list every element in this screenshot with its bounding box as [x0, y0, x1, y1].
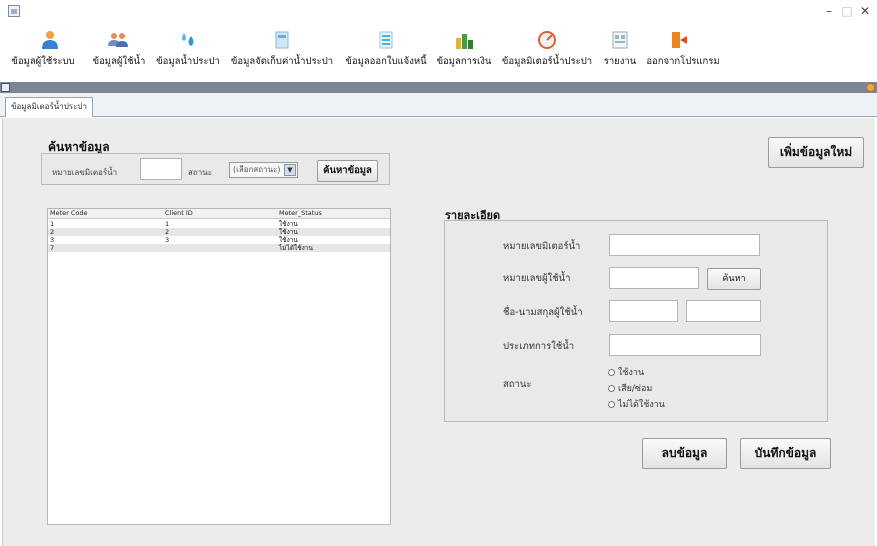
cell-meter-code: 2 [50, 228, 55, 236]
delete-button[interactable]: ลบข้อมูล [642, 438, 727, 469]
toolbar-label: ข้อมูลมิเตอร์น้ำประปา [501, 56, 593, 67]
tab-strip: ข้อมูลมิเตอร์น้ำประปา [0, 93, 877, 117]
status-radio-inactive[interactable]: ไม่ได้ใช้งาน [608, 397, 665, 411]
toolbar-item-invoice[interactable]: ข้อมูลออกใบแจ้งหนี้ [341, 24, 431, 80]
cell-meter-status: ใช้งาน [279, 220, 298, 228]
column-header-client-id[interactable]: Client ID [165, 209, 193, 218]
radio-label: เสีย/ซ่อม [618, 384, 653, 394]
toolbar-label: ข้อมูลผู้ใช้น้ำ [92, 56, 146, 67]
app-icon [8, 5, 20, 17]
toolbar-item-water-supply[interactable]: ข้อมูลน้ำประปา [153, 24, 223, 80]
client-search-button[interactable]: ค้นหา [707, 268, 761, 290]
toolbar-item-water-meter[interactable]: ข้อมูลมิเตอร์น้ำประปา [497, 24, 597, 80]
toolbar-label: ข้อมูลจัดเก็บค่าน้ำประปา [230, 56, 334, 67]
internal-frame-bar [0, 82, 877, 93]
detail-meter-label: หมายเลขมิเตอร์น้ำ [503, 241, 581, 252]
toolbar-label: ข้อมูลผู้ใช้ระบบ [11, 56, 75, 67]
toolbar-label: ข้อมูลการเงิน [436, 56, 492, 67]
status-select-value: (เลือกสถานะ) [233, 165, 281, 174]
column-header-meter-code[interactable]: Meter Code [50, 209, 88, 218]
table-row[interactable]: 7 ไม่ได้ใช้งาน [48, 244, 390, 252]
users-group-icon [108, 33, 128, 47]
detail-usage-type-label: ประเภทการใช้น้ำ [503, 341, 575, 352]
cell-client-id: 2 [165, 228, 170, 236]
toolbar-item-water-billing[interactable]: ข้อมูลจัดเก็บค่าน้ำประปา [225, 24, 339, 80]
detail-status-label: สถานะ [503, 379, 532, 390]
toolbar-label: ออกจากโปรแกรม [646, 56, 720, 67]
cell-meter-code: 3 [50, 236, 55, 244]
meter-number-field[interactable] [609, 234, 760, 256]
toolbar-item-exit[interactable]: ออกจากโปรแกรม [643, 24, 723, 80]
save-button[interactable]: บันทึกข้อมูล [740, 438, 831, 469]
radio-circle-icon[interactable] [608, 401, 615, 408]
usage-type-field[interactable] [609, 334, 761, 356]
first-name-field[interactable] [609, 300, 678, 322]
toolbar-label: ข้อมูลออกใบแจ้งหนี้ [345, 56, 427, 67]
toolbar-item-system-users[interactable]: ข้อมูลผู้ใช้ระบบ [2, 24, 84, 80]
detail-client-label: หมายเลขผู้ใช้น้ำ [503, 273, 571, 284]
table-header: Meter Code Client ID Meter_Status [48, 209, 390, 219]
cell-meter-code: 7 [50, 244, 55, 252]
toolbar-item-report[interactable]: รายงาน [598, 24, 642, 80]
search-meter-label: หมายเลขมิเตอร์น้ำ [52, 168, 118, 177]
status-select[interactable]: (เลือกสถานะ) ▼ [229, 162, 298, 178]
table-row[interactable]: 1 1 ใช้งาน [48, 220, 390, 228]
search-button[interactable]: ค้นหาข้อมูล [317, 160, 378, 182]
close-button[interactable]: ✕ [853, 2, 877, 20]
cell-client-id: 1 [165, 220, 170, 228]
detail-name-label: ชื่อ-นามสกุลผู้ใช้น้ำ [503, 307, 583, 318]
title-bar: – □ ✕ [0, 0, 877, 24]
report-icon [612, 31, 628, 49]
search-status-label: สถานะ [188, 168, 212, 177]
search-meter-input[interactable] [140, 158, 182, 180]
column-header-meter-status[interactable]: Meter_Status [279, 209, 322, 218]
exit-door-icon [672, 32, 687, 48]
cell-meter-code: 1 [50, 220, 55, 228]
cell-meter-status: ไม่ได้ใช้งาน [279, 244, 313, 252]
toolbar-item-water-users[interactable]: ข้อมูลผู้ใช้น้ำ [86, 24, 152, 80]
meter-gauge-icon [538, 31, 556, 49]
radio-circle-icon[interactable] [608, 385, 615, 392]
money-icon [456, 34, 473, 49]
frame-menu-icon[interactable] [1, 83, 10, 92]
table-row[interactable]: 3 3 ใช้งาน [48, 236, 390, 244]
main-toolbar: ข้อมูลผู้ใช้ระบบ ข้อมูลผู้ใช้น้ำ ข้อมูลน… [0, 24, 877, 80]
cell-client-id: 3 [165, 236, 170, 244]
radio-label: ไม่ได้ใช้งาน [618, 400, 665, 410]
radio-circle-icon[interactable] [608, 369, 615, 376]
cell-meter-status: ใช้งาน [279, 236, 298, 244]
meter-table: Meter Code Client ID Meter_Status 1 1 ใช… [47, 208, 391, 525]
add-new-button[interactable]: เพิ่มข้อมูลใหม่ [768, 137, 864, 168]
radio-label: ใช้งาน [618, 368, 645, 378]
client-number-field[interactable] [609, 267, 699, 289]
toolbar-label: ข้อมูลน้ำประปา [156, 56, 220, 67]
last-name-field[interactable] [686, 300, 761, 322]
frame-close-icon[interactable] [866, 83, 875, 92]
tab-water-meter[interactable]: ข้อมูลมิเตอร์น้ำประปา [5, 97, 93, 117]
invoice-icon [379, 31, 393, 49]
status-radio-active[interactable]: ใช้งาน [608, 365, 644, 379]
table-row[interactable]: 2 2 ใช้งาน [48, 228, 390, 236]
bill-document-icon [275, 31, 289, 49]
table-body: 1 1 ใช้งาน 2 2 ใช้งาน 3 3 ใช้งาน 7 ไม่ได… [48, 220, 390, 252]
status-radio-broken[interactable]: เสีย/ซ่อม [608, 381, 652, 395]
toolbar-item-finance[interactable]: ข้อมูลการเงิน [432, 24, 496, 80]
chevron-down-icon[interactable]: ▼ [284, 164, 296, 176]
cell-meter-status: ใช้งาน [279, 228, 298, 236]
water-drops-icon [182, 33, 194, 46]
toolbar-label: รายงาน [603, 56, 637, 67]
user-icon [42, 31, 58, 49]
